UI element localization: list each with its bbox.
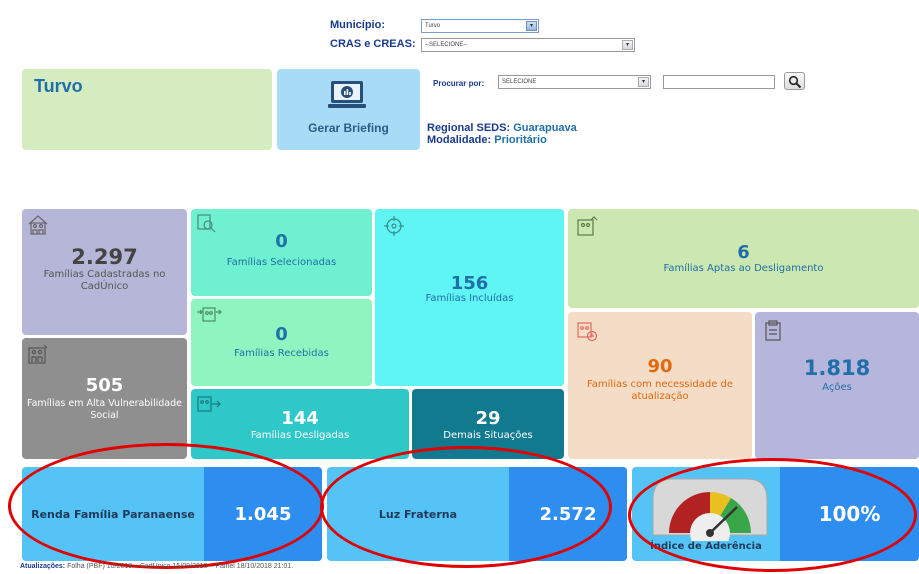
monitor-chart-icon (328, 79, 366, 115)
city-name: Turvo (34, 76, 83, 96)
search-icon (788, 74, 802, 93)
tile-label: Demais Situações (443, 430, 533, 441)
regional-info: Regional SEDS: Guarapuava (427, 122, 577, 134)
clipboard-icon (763, 320, 783, 346)
tile-value: 156 (450, 273, 489, 294)
gerar-briefing-button[interactable]: Gerar Briefing (277, 69, 420, 150)
tile-value: 144 (281, 408, 319, 429)
tile-value: 505 (85, 375, 124, 396)
family-icon (27, 343, 49, 369)
tile-label: Famílias Selecionadas (226, 257, 337, 268)
chevron-down-icon: ▾ (526, 21, 537, 31)
modalidade-label: Modalidade: (427, 134, 492, 146)
luz-fraterna-tile[interactable]: Luz Fraterna 2.572 (327, 467, 627, 561)
municipio-label: Município: (330, 19, 385, 31)
luz-fraterna-label: Luz Fraterna (378, 507, 458, 521)
family-update-icon (576, 320, 598, 346)
indice-aderencia-value: 100% (780, 467, 919, 561)
tile-value: 90 (647, 356, 673, 377)
tile-familias-selecionadas[interactable]: 0 Famílias Selecionadas (191, 209, 372, 296)
target-family-icon (384, 216, 404, 240)
search-input[interactable] (663, 75, 775, 89)
gerar-briefing-label: Gerar Briefing (308, 121, 389, 135)
procurar-label: Procurar por: (433, 79, 485, 88)
footer-updates: Atualizações: Folha (PBF) 10/2018 – CadÚ… (20, 563, 293, 570)
cras-select-value: --SELECIONE-- (425, 42, 468, 48)
tile-acoes[interactable]: 1.818 Ações (755, 312, 919, 459)
regional-value: Guarapuava (513, 122, 577, 134)
house-family-icon (27, 214, 49, 240)
chevron-down-icon: ▾ (638, 77, 649, 87)
renda-familia-label: Renda Família Paranaense (31, 507, 195, 521)
tile-label: Famílias Desligadas (250, 430, 350, 441)
luz-fraterna-value: 2.572 (509, 467, 627, 561)
search-button[interactable] (784, 72, 805, 90)
municipio-select-value: Turvo (425, 23, 441, 29)
municipio-select[interactable]: Turvo ▾ (421, 19, 539, 33)
procurar-select[interactable]: SELECIONE ▾ (498, 75, 651, 89)
tile-label: Famílias Cadastradas no CadÚnico (43, 269, 166, 292)
family-check-icon (576, 215, 598, 241)
procurar-select-value: SELECIONE (502, 79, 537, 85)
tile-label: Famílias Recebidas (234, 348, 329, 359)
indice-aderencia-tile[interactable]: Índice de Aderência 100% (632, 467, 919, 561)
footer-label: Atualizações: (20, 563, 66, 570)
tile-label: Famílias em Alta Vulnerabilidade Social (27, 398, 182, 421)
tile-familias-desligadas[interactable]: 144 Famílias Desligadas (191, 389, 409, 459)
tile-value: 29 (475, 408, 501, 429)
tile-familias-cadastradas[interactable]: 2.297 Famílias Cadastradas no CadÚnico (22, 209, 187, 335)
tile-familias-aptas[interactable]: 6 Famílias Aptas ao Desligamento (568, 209, 919, 308)
tile-label: Famílias com necessidade de atualização (586, 379, 734, 402)
cras-label: CRAS e CREAS: (330, 38, 416, 50)
renda-familia-tile[interactable]: Renda Família Paranaense 1.045 (22, 467, 322, 561)
modalidade-value: Prioritário (494, 134, 547, 146)
tile-label: Ações (822, 382, 852, 393)
tile-label: Famílias Incluídas (425, 293, 514, 304)
tile-alta-vulnerabilidade[interactable]: 505 Famílias em Alta Vulnerabilidade Soc… (22, 338, 187, 459)
regional-label: Regional SEDS: (427, 122, 511, 134)
tile-value: 6 (737, 242, 750, 263)
gauge-icon (647, 473, 773, 553)
tile-familias-incluidas[interactable]: 156 Famílias Incluídas (375, 209, 564, 386)
tile-value: 1.818 (803, 356, 871, 380)
city-panel: Turvo (22, 69, 272, 150)
modalidade-info: Modalidade: Prioritário (427, 134, 547, 146)
chevron-down-icon: ▾ (622, 40, 633, 50)
indice-aderencia-panel: Índice de Aderência (632, 467, 780, 561)
footer-text: Folha (PBF) 10/2018 – CadÚnico 15/09/201… (67, 563, 294, 570)
tile-familias-recebidas[interactable]: 0 Famílias Recebidas (191, 299, 372, 386)
renda-familia-value: 1.045 (204, 467, 322, 561)
tile-value: 0 (275, 231, 288, 252)
tile-familias-atualizacao[interactable]: 90 Famílias com necessidade de atualizaç… (568, 312, 752, 459)
cras-select[interactable]: --SELECIONE-- ▾ (421, 38, 635, 52)
tile-label: Famílias Aptas ao Desligamento (663, 263, 824, 274)
tile-value: 0 (275, 324, 288, 345)
tile-value: 2.297 (71, 245, 138, 269)
tile-demais-situacoes[interactable]: 29 Demais Situações (412, 389, 564, 459)
indice-aderencia-label: Índice de Aderência (650, 541, 762, 552)
